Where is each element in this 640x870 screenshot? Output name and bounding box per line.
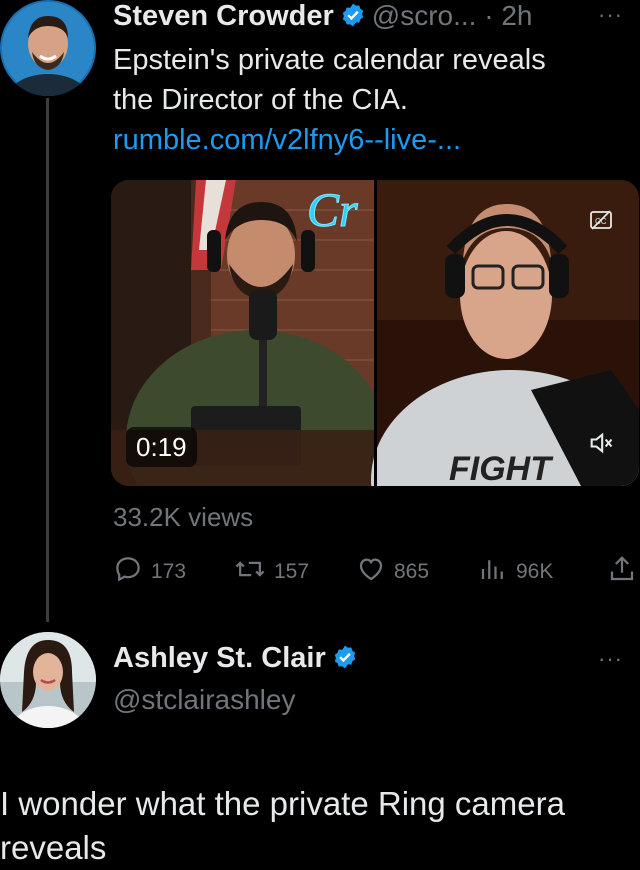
action-bar: 173 157 865 96K	[113, 552, 640, 592]
tweet-link[interactable]: rumble.com/v2lfny6--live-...	[113, 120, 633, 160]
repost-button[interactable]: 157	[234, 552, 309, 592]
views-button[interactable]: 96K	[478, 552, 553, 592]
views-icon	[478, 554, 516, 590]
tweet-text-line: Epstein's private calendar reveals	[113, 44, 546, 76]
views-count: 96K	[516, 560, 554, 583]
video-duration: 0:19	[126, 427, 197, 467]
tweet-text: Epstein's private calendar reveals the D…	[113, 40, 633, 160]
cc-icon[interactable]: CC	[589, 208, 613, 237]
reply-author-name[interactable]: Ashley St. Clair	[113, 642, 326, 674]
author-name[interactable]: Steven Crowder	[113, 0, 334, 32]
reply-more-options-icon[interactable]: ···	[598, 646, 623, 672]
thread-line	[46, 98, 49, 622]
share-icon	[607, 554, 640, 590]
repost-icon	[234, 554, 274, 590]
reply-author-avatar[interactable]	[0, 632, 96, 728]
repost-count: 157	[274, 560, 310, 583]
reply-button[interactable]: 173	[113, 552, 186, 592]
like-count: 865	[394, 560, 430, 583]
mute-icon[interactable]	[587, 429, 615, 462]
like-button[interactable]: 865	[356, 552, 429, 592]
tweet-text-line: the Director of the CIA.	[113, 84, 408, 116]
author-avatar[interactable]	[0, 0, 96, 96]
reply-author-handle[interactable]: @stclairashley	[113, 684, 295, 716]
view-count: 33.2K views	[113, 502, 254, 532]
author-handle-time[interactable]: @scro... · 2h	[372, 0, 533, 31]
svg-text:Cr: Cr	[307, 184, 358, 237]
more-options-icon[interactable]: ···	[598, 2, 623, 28]
reply-text: I wonder what the private Ring camera re…	[0, 785, 565, 866]
share-button[interactable]	[607, 552, 640, 592]
like-icon	[356, 554, 394, 590]
verified-badge-icon	[332, 644, 358, 675]
reply-icon	[113, 554, 151, 590]
reply-count: 173	[151, 560, 187, 583]
reply-header: Ashley St. Clair	[113, 642, 364, 675]
verified-badge-icon	[340, 2, 366, 33]
svg-text:FIGHT: FIGHT	[449, 450, 554, 486]
tweet-header: Steven Crowder @scro... · 2h	[113, 0, 532, 34]
